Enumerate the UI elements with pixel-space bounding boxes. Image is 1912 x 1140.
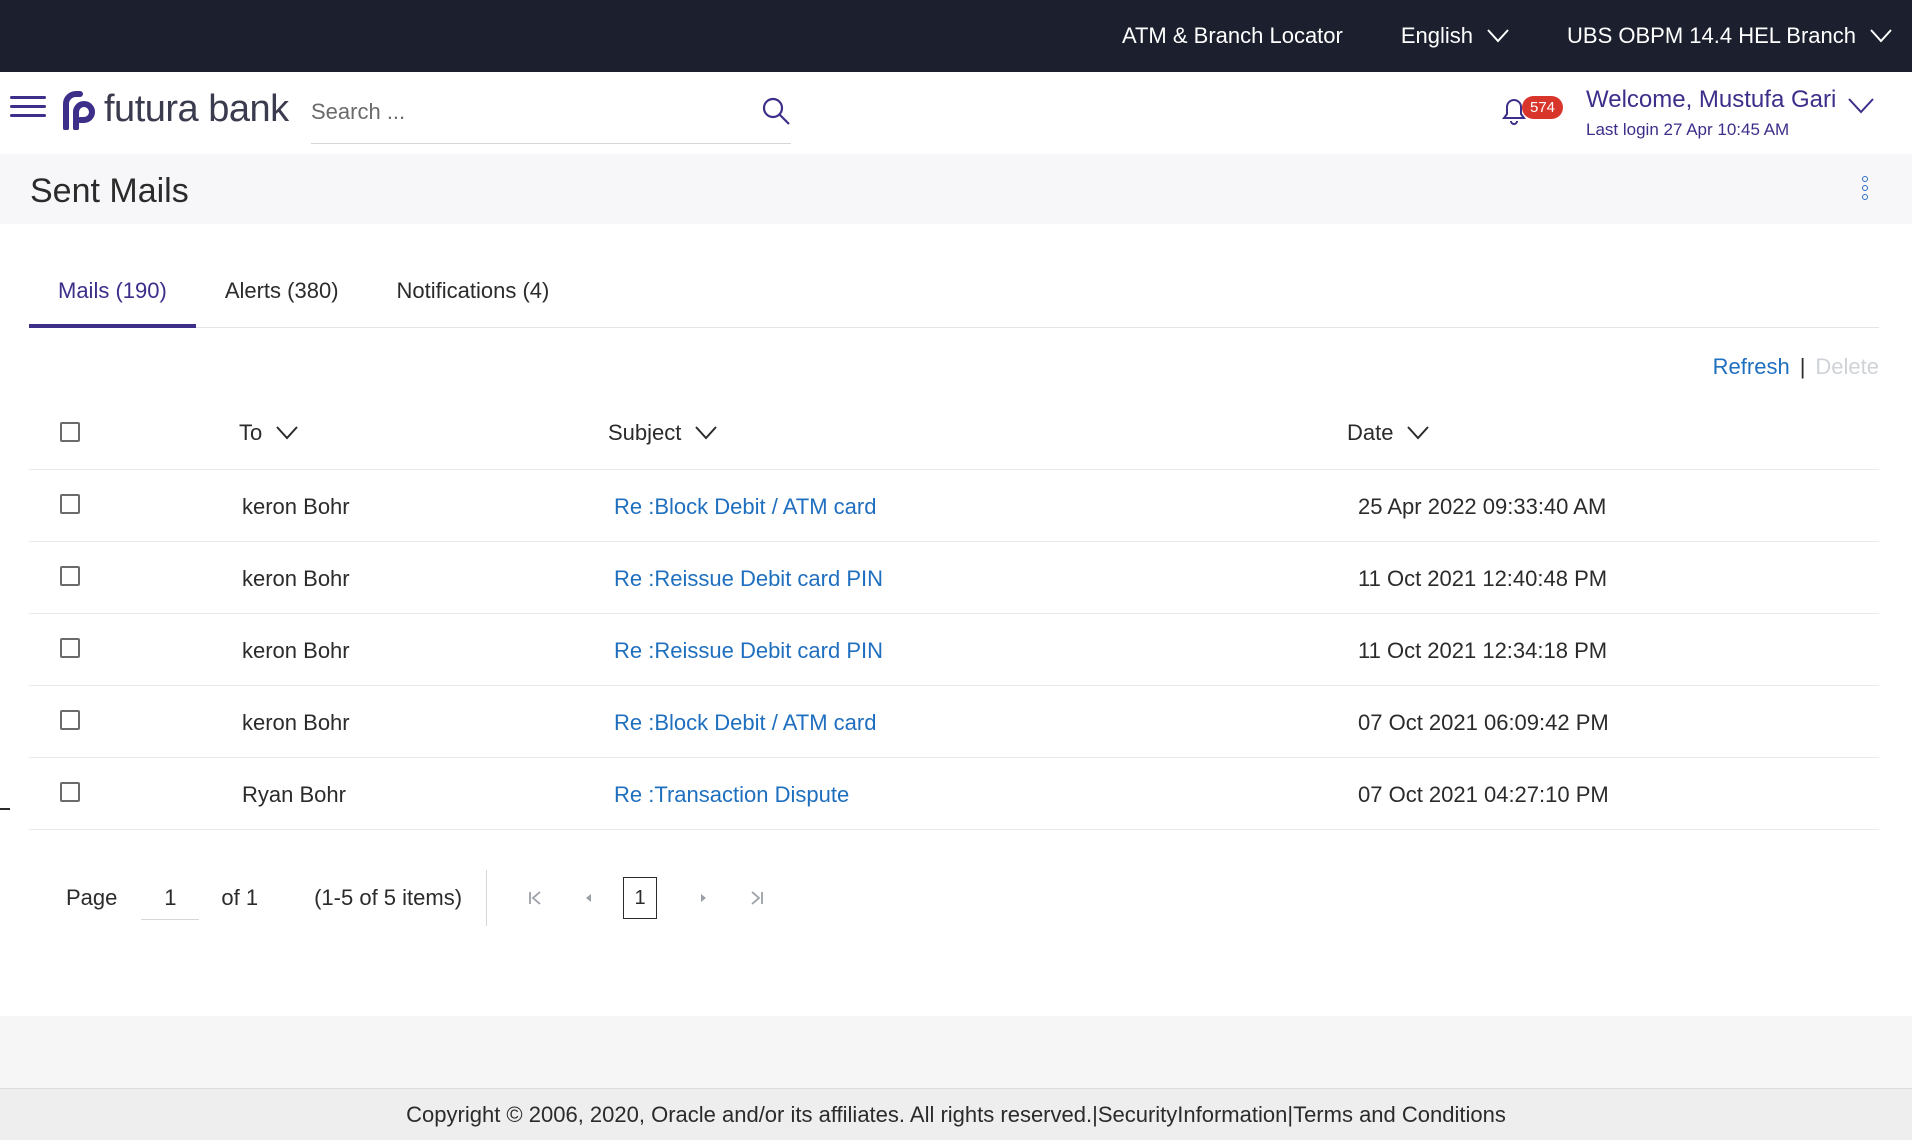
tab-alerts[interactable]: Alerts (380) bbox=[196, 264, 368, 328]
first-page-icon[interactable] bbox=[527, 890, 543, 906]
row-to: keron Bohr bbox=[242, 494, 350, 519]
column-header-to[interactable]: To bbox=[239, 420, 298, 446]
select-all-checkbox[interactable] bbox=[60, 422, 80, 442]
pager-divider bbox=[486, 870, 488, 926]
atm-branch-locator-link[interactable]: ATM & Branch Locator bbox=[1122, 23, 1343, 49]
action-separator: | bbox=[1799, 354, 1806, 379]
row-subject-link[interactable]: Re :Block Debit / ATM card bbox=[614, 494, 876, 520]
sort-chevron-icon[interactable] bbox=[695, 426, 718, 440]
row-date: 07 Oct 2021 04:27:10 PM bbox=[1358, 782, 1609, 807]
sort-chevron-icon[interactable] bbox=[276, 426, 298, 440]
row-to: keron Bohr bbox=[242, 710, 350, 735]
page-total-label: of 1 bbox=[221, 885, 259, 910]
language-selector[interactable]: English bbox=[1401, 23, 1509, 49]
next-page-icon[interactable] bbox=[697, 892, 709, 904]
row-checkbox[interactable] bbox=[60, 638, 80, 658]
futura-logo-icon bbox=[63, 90, 95, 130]
tab-mails[interactable]: Mails (190) bbox=[29, 264, 196, 328]
chevron-down-icon bbox=[1487, 29, 1509, 43]
column-to-label: To bbox=[239, 420, 263, 445]
table-row: keron Bohr Re :Block Debit / ATM card 07… bbox=[29, 686, 1879, 758]
security-information-link[interactable]: SecurityInformation bbox=[1098, 1102, 1288, 1128]
previous-page-icon[interactable] bbox=[583, 892, 595, 904]
row-subject-link[interactable]: Re :Transaction Dispute bbox=[614, 782, 849, 808]
column-header-subject[interactable]: Subject bbox=[608, 420, 718, 446]
search-icon[interactable] bbox=[761, 96, 791, 126]
page-number-input[interactable] bbox=[141, 876, 200, 920]
last-page-icon[interactable] bbox=[749, 890, 765, 906]
row-date: 11 Oct 2021 12:34:18 PM bbox=[1358, 638, 1608, 663]
column-date-label: Date bbox=[1347, 420, 1394, 445]
left-edge-marker bbox=[0, 808, 10, 810]
branch-label: UBS OBPM 14.4 HEL Branch bbox=[1567, 23, 1856, 48]
row-to: Ryan Bohr bbox=[242, 782, 346, 807]
row-to: keron Bohr bbox=[242, 638, 350, 663]
language-label: English bbox=[1400, 23, 1474, 48]
table-row: keron Bohr Re :Reissue Debit card PIN 11… bbox=[29, 542, 1879, 614]
row-subject-link[interactable]: Re :Reissue Debit card PIN bbox=[614, 638, 883, 664]
last-login-text: Last login 27 Apr 10:45 AM bbox=[1586, 120, 1790, 139]
hamburger-menu-icon[interactable] bbox=[10, 90, 46, 126]
sort-chevron-icon[interactable] bbox=[1407, 426, 1430, 440]
user-menu-chevron-icon[interactable] bbox=[1848, 98, 1874, 114]
page-title-band: Sent Mails bbox=[0, 154, 1912, 224]
table-row: Ryan Bohr Re :Transaction Dispute 07 Oct… bbox=[29, 758, 1879, 830]
terms-and-conditions-link[interactable]: Terms and Conditions bbox=[1293, 1102, 1506, 1128]
search-box bbox=[311, 86, 791, 144]
page-footer: Copyright © 2006, 2020, Oracle and/or it… bbox=[0, 1088, 1912, 1140]
branch-selector[interactable]: UBS OBPM 14.4 HEL Branch bbox=[1567, 23, 1892, 49]
brand-name: futura bank bbox=[104, 88, 289, 130]
row-checkbox[interactable] bbox=[60, 566, 80, 586]
pagination: Page of 1 (1-5 of 5 items) 1 bbox=[66, 868, 765, 928]
main-header: futura bank 574 Welcome, Mustufa Gari La… bbox=[0, 72, 1912, 154]
row-subject-link[interactable]: Re :Block Debit / ATM card bbox=[614, 710, 876, 736]
copyright-text: Copyright © 2006, 2020, Oracle and/or it… bbox=[406, 1101, 1093, 1127]
row-date: 07 Oct 2021 06:09:42 PM bbox=[1358, 710, 1609, 735]
page-title: Sent Mails bbox=[30, 172, 189, 210]
row-to: keron Bohr bbox=[242, 566, 350, 591]
column-header-date[interactable]: Date bbox=[1347, 420, 1430, 446]
chevron-down-icon bbox=[1870, 29, 1892, 43]
row-checkbox[interactable] bbox=[60, 494, 80, 514]
brand-logo[interactable]: futura bank bbox=[60, 88, 289, 131]
welcome-text[interactable]: Welcome, Mustufa Gari bbox=[1586, 86, 1836, 114]
mailbox-tabs: Mails (190) Alerts (380) Notifications (… bbox=[29, 264, 1879, 328]
table-header-row: To Subject Date bbox=[29, 400, 1879, 470]
more-options-icon[interactable] bbox=[1862, 176, 1868, 203]
table-row: keron Bohr Re :Reissue Debit card PIN 11… bbox=[29, 614, 1879, 686]
table-row: keron Bohr Re :Block Debit / ATM card 25… bbox=[29, 470, 1879, 542]
search-input[interactable] bbox=[311, 86, 741, 138]
refresh-button[interactable]: Refresh bbox=[1713, 354, 1790, 380]
notification-count-badge[interactable]: 574 bbox=[1522, 96, 1564, 119]
atm-branch-locator-label: ATM & Branch Locator bbox=[1121, 23, 1343, 48]
footer-spacer-band bbox=[0, 1016, 1912, 1088]
row-subject-link[interactable]: Re :Reissue Debit card PIN bbox=[614, 566, 883, 592]
table-actions: Refresh | Delete bbox=[1713, 354, 1879, 380]
tab-notifications[interactable]: Notifications (4) bbox=[368, 264, 579, 328]
row-checkbox[interactable] bbox=[60, 710, 80, 730]
user-welcome[interactable]: Welcome, Mustufa Gari Last login 27 Apr … bbox=[1586, 86, 1836, 140]
top-utility-bar: ATM & Branch Locator English UBS OBPM 14… bbox=[0, 0, 1912, 72]
row-checkbox[interactable] bbox=[60, 782, 80, 802]
sent-mails-table: To Subject Date keron Bohr Re :Block Deb… bbox=[29, 400, 1879, 830]
row-date: 11 Oct 2021 12:40:48 PM bbox=[1358, 566, 1608, 591]
row-date: 25 Apr 2022 09:33:40 AM bbox=[1358, 494, 1607, 519]
page-label: Page bbox=[66, 885, 118, 910]
delete-button[interactable]: Delete bbox=[1815, 354, 1879, 380]
column-subject-label: Subject bbox=[608, 420, 682, 445]
page-button-1[interactable]: 1 bbox=[623, 877, 658, 919]
items-count-label: (1-5 of 5 items) bbox=[314, 885, 463, 910]
